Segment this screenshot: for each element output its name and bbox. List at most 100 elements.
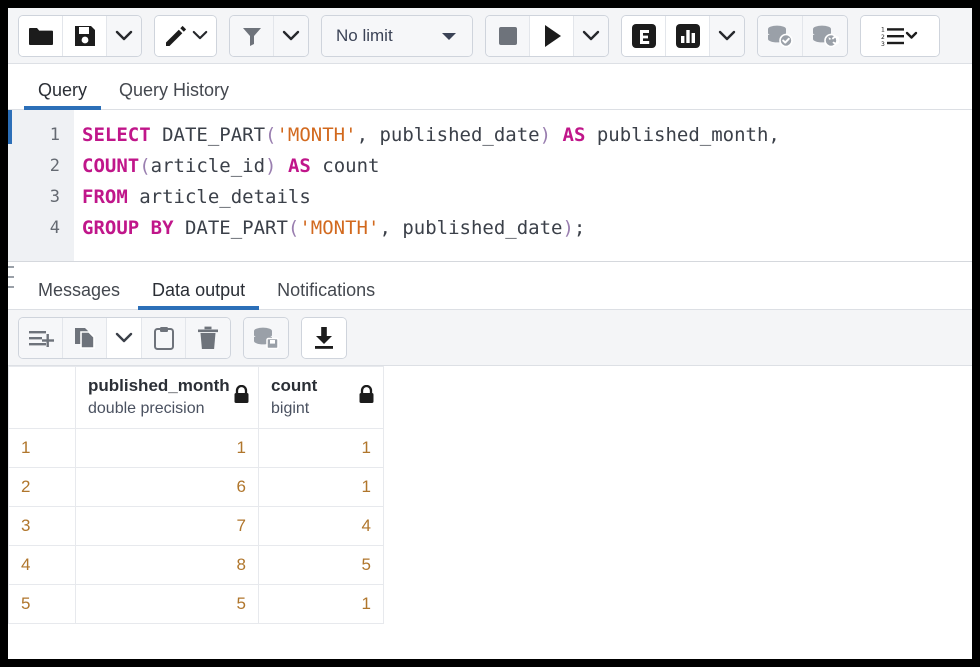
panel-splitter-handle[interactable]: [8, 264, 14, 290]
add-row-button[interactable]: [19, 318, 63, 358]
download-csv-button[interactable]: [302, 318, 346, 358]
table-row[interactable]: 111: [9, 428, 384, 467]
column-type: double precision: [88, 398, 248, 420]
line-number: 3: [8, 182, 74, 213]
tab-notifications[interactable]: Notifications: [261, 281, 391, 309]
tab-data-output[interactable]: Data output: [136, 281, 261, 309]
column-header-count[interactable]: countbigint: [259, 367, 384, 429]
sql-editor[interactable]: 1 2 3 4 SELECT DATE_PART('MONTH', publis…: [8, 110, 972, 262]
column-name: published_month: [88, 375, 248, 398]
row-number-cell[interactable]: 2: [9, 467, 76, 506]
add-row-icon: [28, 327, 54, 349]
cell-count[interactable]: 4: [259, 506, 384, 545]
sql-token: (: [265, 124, 276, 146]
main-toolbar: No limit: [8, 8, 972, 64]
data-output-grid[interactable]: published_monthdouble precisioncountbigi…: [8, 366, 972, 647]
line-number: 2: [8, 151, 74, 182]
sql-line: SELECT DATE_PART('MONTH', published_date…: [82, 120, 972, 151]
sql-token: DATE_PART: [151, 124, 265, 146]
save-options-button[interactable]: [107, 16, 141, 56]
query-tool-window: No limit: [8, 8, 972, 659]
svg-text:1: 1: [881, 26, 885, 33]
cell-count[interactable]: 1: [259, 428, 384, 467]
chevron-down-icon: [115, 332, 133, 344]
editor-focus-accent: [8, 110, 12, 144]
cell-published_month[interactable]: 1: [76, 428, 259, 467]
row-number-cell[interactable]: 3: [9, 506, 76, 545]
tab-messages[interactable]: Messages: [22, 281, 136, 309]
row-limit-value: No limit: [336, 26, 393, 46]
tab-query[interactable]: Query: [22, 81, 103, 109]
database-commit-icon: [766, 24, 794, 48]
cell-published_month[interactable]: 6: [76, 467, 259, 506]
cell-published_month[interactable]: 8: [76, 545, 259, 584]
explain-analyze-chart-icon: [675, 23, 701, 49]
explain-analyze-button[interactable]: [666, 16, 710, 56]
execute-query-button[interactable]: [530, 16, 574, 56]
tab-data-output-label: Data output: [152, 280, 245, 300]
result-tabstrip: Messages Data output Notifications: [8, 262, 972, 310]
sql-token: , published_date: [357, 124, 540, 146]
cell-published_month[interactable]: 7: [76, 506, 259, 545]
table-row[interactable]: 374: [9, 506, 384, 545]
paste-button[interactable]: [142, 318, 186, 358]
table-row[interactable]: 485: [9, 545, 384, 584]
copy-icon: [73, 326, 97, 350]
copy-options-button[interactable]: [107, 318, 142, 358]
paste-clipboard-icon: [153, 326, 175, 350]
delete-row-button[interactable]: [186, 318, 230, 358]
row-number-cell[interactable]: 4: [9, 545, 76, 584]
column-header-published_month[interactable]: published_monthdouble precision: [76, 367, 259, 429]
commit-button[interactable]: [758, 16, 803, 56]
open-folder-icon: [28, 25, 54, 47]
sql-token: 'MONTH': [299, 217, 379, 239]
sql-token: ): [540, 124, 551, 146]
macros-button[interactable]: 1 2 3: [861, 16, 939, 56]
sql-token: count: [311, 155, 380, 177]
open-file-button[interactable]: [19, 16, 63, 56]
chevron-down-icon: [115, 30, 133, 42]
edit-button[interactable]: [155, 16, 216, 56]
sql-token: published_month,: [585, 124, 779, 146]
save-data-changes-button[interactable]: [244, 318, 288, 358]
save-data-changes-icon: [252, 326, 280, 350]
cell-count[interactable]: 1: [259, 467, 384, 506]
editor-line-number-gutter: 1 2 3 4: [8, 110, 74, 261]
row-limit-select[interactable]: No limit: [322, 16, 472, 56]
sql-token: 'MONTH': [276, 124, 356, 146]
sql-token: COUNT: [82, 155, 139, 177]
cell-published_month[interactable]: 5: [76, 584, 259, 623]
row-number-cell[interactable]: 1: [9, 428, 76, 467]
copy-button[interactable]: [63, 318, 107, 358]
filter-options-button[interactable]: [274, 16, 308, 56]
delete-trash-icon: [197, 326, 219, 350]
rollback-button[interactable]: [803, 16, 847, 56]
chevron-down-icon: [718, 30, 736, 42]
explain-button[interactable]: [622, 16, 666, 56]
file-button-group: [18, 15, 142, 57]
list-menu-chevron-icon: 1 2 3: [881, 25, 919, 47]
tab-query-label: Query: [38, 80, 87, 100]
sql-code-content[interactable]: SELECT DATE_PART('MONTH', published_date…: [74, 110, 972, 261]
execute-options-button[interactable]: [574, 16, 608, 56]
stop-query-button[interactable]: [486, 16, 530, 56]
sql-token: [277, 155, 288, 177]
macros-button-group: 1 2 3: [860, 15, 940, 57]
cell-count[interactable]: 1: [259, 584, 384, 623]
filter-button[interactable]: [230, 16, 274, 56]
explain-button-group: [621, 15, 745, 57]
sql-token: DATE_PART: [174, 217, 288, 239]
download-group: [301, 317, 347, 359]
filter-button-group: [229, 15, 309, 57]
tab-query-history[interactable]: Query History: [103, 81, 245, 109]
explain-options-button[interactable]: [710, 16, 744, 56]
transaction-button-group: [757, 15, 848, 57]
tab-messages-label: Messages: [38, 280, 120, 300]
sql-token: AS: [563, 124, 586, 146]
table-row[interactable]: 551: [9, 584, 384, 623]
save-file-button[interactable]: [63, 16, 107, 56]
row-number-cell[interactable]: 5: [9, 584, 76, 623]
sql-token: (: [288, 217, 299, 239]
table-row[interactable]: 261: [9, 467, 384, 506]
cell-count[interactable]: 5: [259, 545, 384, 584]
